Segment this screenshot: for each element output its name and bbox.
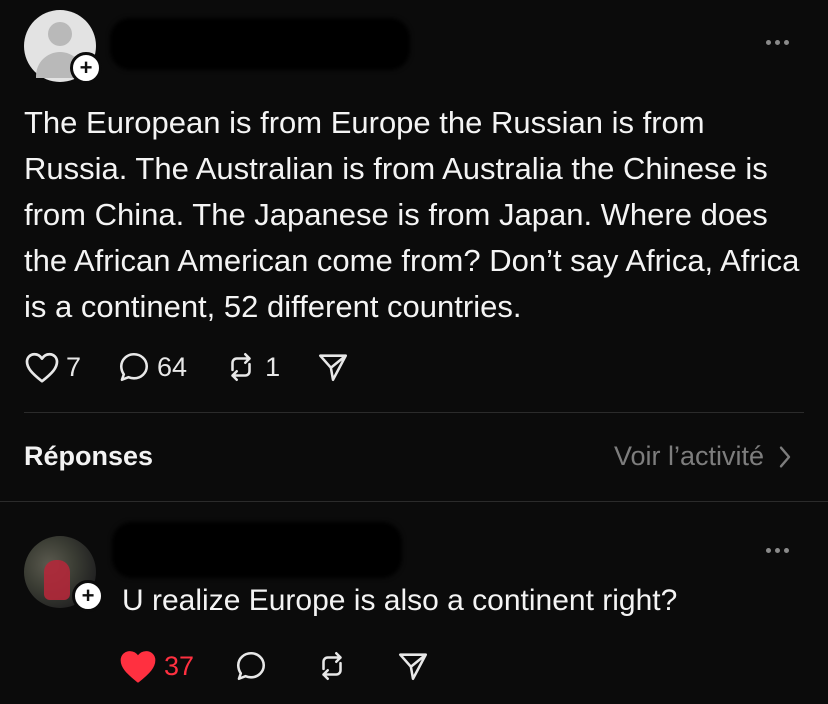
more-options-icon[interactable] bbox=[766, 40, 789, 45]
share-button[interactable] bbox=[316, 350, 350, 384]
reply-comment-button[interactable] bbox=[234, 649, 268, 683]
comment-bubble-icon bbox=[237, 651, 266, 681]
view-activity-label: Voir l’activité bbox=[613, 441, 764, 471]
comment-button[interactable]: 64 bbox=[117, 350, 187, 384]
post-actions: 7 64 1 bbox=[24, 350, 386, 384]
post-author-avatar[interactable]: + bbox=[24, 10, 102, 84]
replies-heading: Réponses bbox=[24, 441, 154, 471]
repost-button[interactable]: 1 bbox=[223, 350, 280, 384]
reply-repost-button[interactable] bbox=[314, 649, 350, 683]
chevron-right-icon bbox=[779, 445, 791, 468]
reply-text: U realize Europe is also a continent rig… bbox=[122, 584, 678, 617]
repost-count: 1 bbox=[265, 351, 281, 382]
reply-like-count: 37 bbox=[164, 650, 195, 681]
repost-icon bbox=[322, 651, 342, 681]
send-icon bbox=[319, 354, 348, 382]
more-options-icon[interactable] bbox=[766, 548, 789, 553]
reply-like-button[interactable]: 37 bbox=[118, 648, 194, 684]
follow-plus-icon[interactable]: + bbox=[72, 580, 104, 612]
comment-bubble-icon bbox=[120, 352, 149, 382]
reply-actions: 37 bbox=[118, 648, 466, 684]
like-button[interactable]: 7 bbox=[24, 350, 81, 384]
post-text: The European is from Europe the Russian … bbox=[24, 105, 800, 324]
heart-filled-icon bbox=[120, 651, 156, 683]
repost-icon bbox=[231, 352, 251, 382]
person-placeholder-icon bbox=[48, 22, 72, 46]
view-activity-link[interactable]: Voir l’activité bbox=[614, 441, 792, 472]
reply-share-button[interactable] bbox=[396, 649, 430, 683]
section-divider bbox=[0, 501, 828, 502]
redacted-reply-author-name bbox=[112, 522, 402, 578]
send-icon bbox=[399, 653, 428, 681]
reply-author-avatar[interactable]: + bbox=[24, 536, 104, 612]
comment-count: 64 bbox=[157, 351, 188, 382]
heart-icon bbox=[25, 352, 59, 383]
like-count: 7 bbox=[66, 351, 82, 382]
follow-plus-icon[interactable]: + bbox=[70, 52, 102, 84]
post-divider bbox=[24, 412, 804, 413]
redacted-author-name bbox=[110, 18, 410, 70]
